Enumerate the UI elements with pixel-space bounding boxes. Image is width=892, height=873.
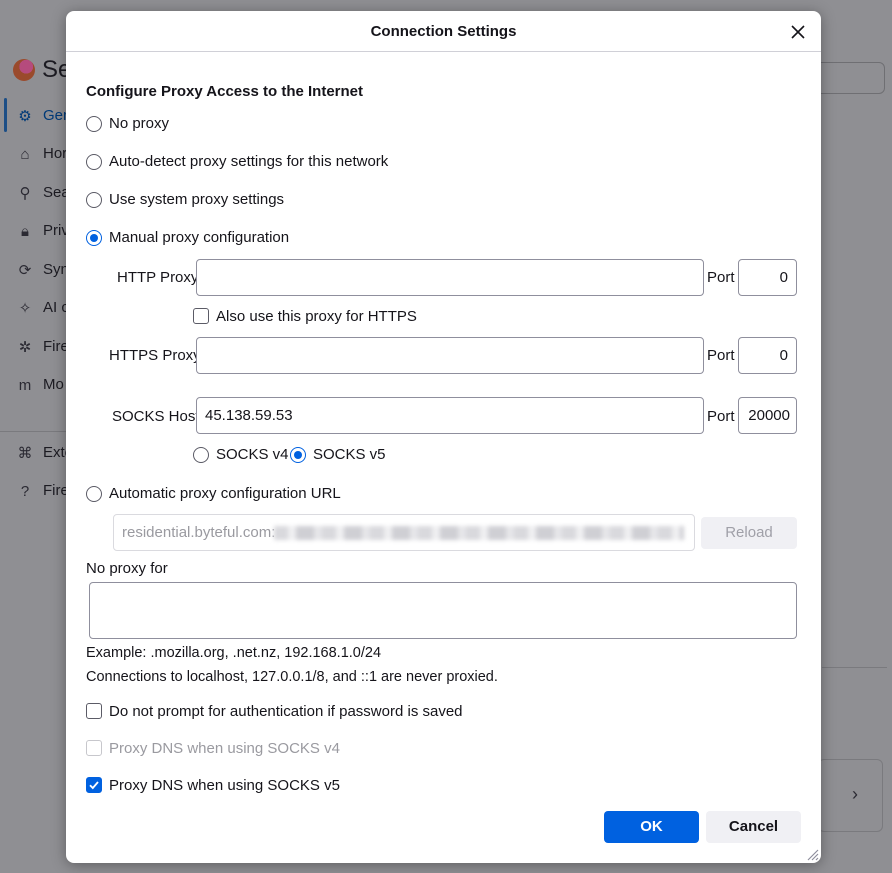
https-port-input[interactable]: 0 (738, 337, 797, 374)
http-port-label: Port (707, 269, 735, 286)
https-proxy-input[interactable] (196, 337, 704, 374)
connection-settings-dialog: Connection Settings Configure Proxy Acce… (66, 11, 821, 863)
auto-url-value: residential.byteful.com: (122, 524, 276, 541)
auto-url-label[interactable]: Automatic proxy configuration URL (109, 485, 341, 502)
gear-icon: ⚙ (18, 108, 32, 125)
sidebar-item-label: Mo (43, 376, 64, 393)
manual-proxy-label[interactable]: Manual proxy configuration (109, 229, 289, 246)
mozilla-icon: m (18, 377, 32, 394)
sidebar-item[interactable]: m Mo (0, 367, 70, 405)
cancel-button[interactable]: Cancel (706, 811, 801, 843)
proxy-dns-socks5-label[interactable]: Proxy DNS when using SOCKS v5 (109, 777, 340, 794)
content-divider (822, 667, 887, 668)
dialog-title: Connection Settings (370, 23, 517, 40)
home-icon: ⌂ (20, 146, 30, 163)
system-proxy-radio[interactable] (86, 192, 102, 208)
sidebar-item-label: Fire (43, 482, 69, 499)
no-prompt-auth-label[interactable]: Do not prompt for authentication if pass… (109, 703, 463, 720)
extensions-icon: ⌘ (17, 445, 33, 462)
proxy-dns-socks4-checkbox (86, 740, 102, 756)
socks-v4-radio[interactable] (193, 447, 209, 463)
close-icon (791, 25, 805, 39)
manual-proxy-radio[interactable] (86, 230, 102, 246)
sidebar-item-label: Fire (43, 338, 69, 355)
http-proxy-input[interactable] (196, 259, 704, 296)
sidebar-item[interactable]: ⟳ Syn (0, 252, 70, 290)
resize-grip-icon[interactable] (805, 847, 819, 861)
https-proxy-label: HTTPS Proxy (109, 347, 201, 364)
sidebar-item[interactable]: ✧ AI c (0, 290, 70, 328)
socks-v5-radio[interactable] (290, 447, 306, 463)
section-title: Configure Proxy Access to the Internet (86, 83, 364, 100)
firefox-labs-icon: ✲ (18, 339, 32, 356)
sync-icon: ⟳ (18, 262, 32, 279)
reload-button[interactable]: Reload (701, 517, 797, 549)
ok-button[interactable]: OK (604, 811, 699, 843)
sidebar-item[interactable]: 🔒︎ Priv (0, 213, 70, 251)
http-port-input[interactable]: 0 (738, 259, 797, 296)
example-text: Example: .mozilla.org, .net.nz, 192.168.… (86, 645, 382, 661)
socks-v4-label[interactable]: SOCKS v4 (216, 446, 289, 463)
auto-url-radio[interactable] (86, 486, 102, 502)
sidebar-item-label: AI c (43, 299, 69, 316)
settings-search-input[interactable] (812, 62, 885, 94)
sidebar-item-label: Priv (43, 222, 69, 239)
auto-detect-label[interactable]: Auto-detect proxy settings for this netw… (109, 153, 388, 170)
proxy-dns-socks5-checkbox[interactable] (86, 777, 102, 793)
search-icon: ⚲ (19, 185, 31, 202)
socks-host-label: SOCKS Host (112, 408, 200, 425)
auto-detect-radio[interactable] (86, 154, 102, 170)
sidebar-item[interactable]: ⌘ Exte (0, 435, 74, 473)
close-button[interactable] (785, 19, 811, 45)
socks-v5-label[interactable]: SOCKS v5 (313, 446, 386, 463)
localhost-note: Connections to localhost, 127.0.0.1/8, a… (86, 669, 498, 685)
dialog-header: Connection Settings (66, 11, 821, 52)
sidebar-item-label: Syn (43, 261, 69, 278)
sidebar-divider (0, 431, 70, 432)
sidebar-item-label: Hor (43, 145, 68, 162)
lock-icon: 🔒︎ (21, 223, 29, 240)
sidebar-item[interactable]: ⌂ Hor (0, 136, 70, 174)
no-prompt-auth-checkbox[interactable] (86, 703, 102, 719)
redacted-url-blur (274, 526, 684, 540)
auto-url-input[interactable]: residential.byteful.com: (113, 514, 695, 551)
no-proxy-label[interactable]: No proxy (109, 115, 169, 132)
sidebar-item[interactable]: ⚲ Sea (0, 175, 70, 213)
no-proxy-for-textarea[interactable] (89, 582, 797, 639)
chevron-right-icon: › (852, 784, 858, 804)
help-icon: ? (20, 483, 30, 500)
also-https-checkbox[interactable] (193, 308, 209, 324)
no-proxy-radio[interactable] (86, 116, 102, 132)
checkmark-icon (89, 781, 99, 790)
sidebar-item[interactable]: ? Fire (0, 473, 70, 511)
system-proxy-label[interactable]: Use system proxy settings (109, 191, 284, 208)
https-port-label: Port (707, 347, 735, 364)
proxy-dns-socks4-label: Proxy DNS when using SOCKS v4 (109, 740, 340, 757)
http-proxy-label: HTTP Proxy (117, 269, 199, 286)
socks-host-input[interactable]: 45.138.59.53 (196, 397, 704, 434)
ai-sparkle-icon: ✧ (18, 300, 32, 317)
also-https-label[interactable]: Also use this proxy for HTTPS (216, 308, 417, 325)
no-proxy-for-label: No proxy for (86, 560, 168, 577)
firefox-logo-icon (13, 59, 35, 81)
socks-port-input[interactable]: 20000 (738, 397, 797, 434)
sidebar-item[interactable]: ✲ Fire (0, 329, 70, 367)
socks-port-label: Port (707, 408, 735, 425)
sidebar-item[interactable]: ⚙ Gen (0, 98, 71, 136)
settings-card[interactable] (818, 759, 883, 832)
